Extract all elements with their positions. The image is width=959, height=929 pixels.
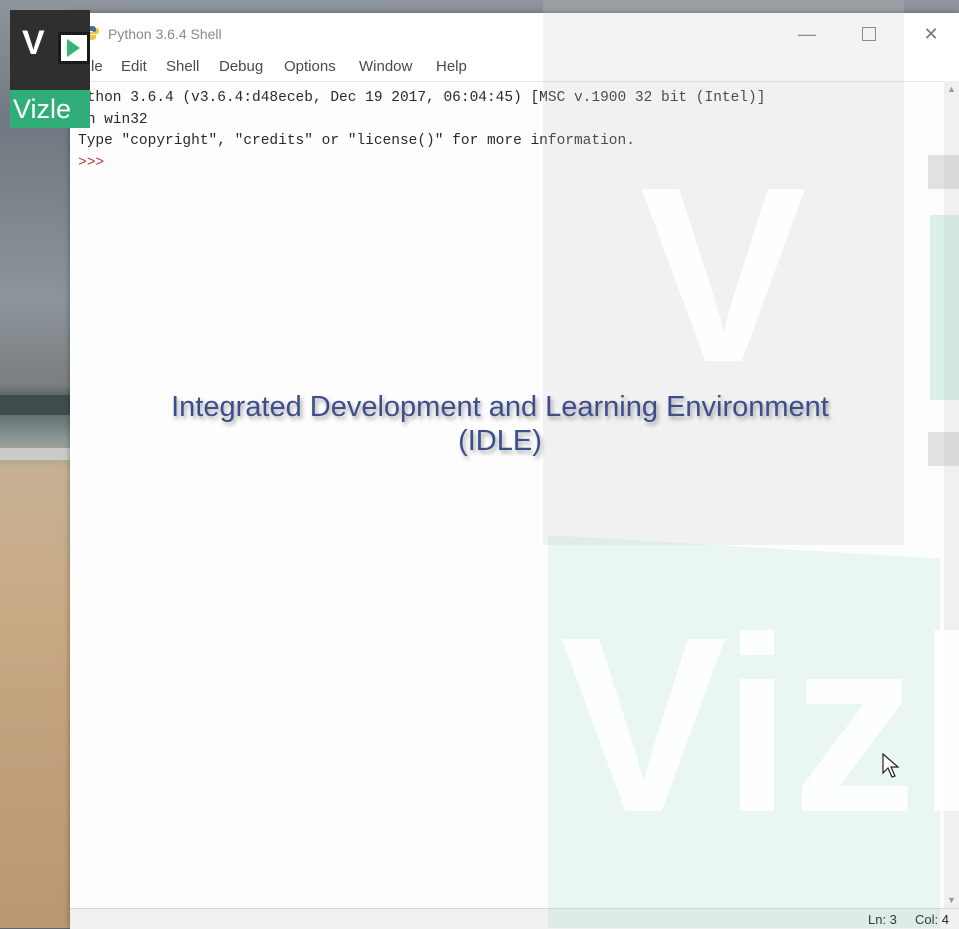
logo-letter: V <box>22 24 45 62</box>
window-title: Python 3.6.4 Shell <box>108 26 222 42</box>
wallpaper-sea <box>0 395 75 415</box>
caption-line-2: (IDLE) <box>458 425 542 457</box>
watermark-letter: V <box>640 135 807 414</box>
wallpaper-foam <box>0 448 75 460</box>
menu-shell[interactable]: Shell <box>166 58 199 75</box>
watermark-word: Vizl <box>560 585 959 864</box>
close-icon: ✕ <box>923 23 939 44</box>
mouse-cursor-icon <box>882 753 900 778</box>
watermark-bar-bottom <box>928 432 959 466</box>
menu-file[interactable]: le <box>91 58 103 75</box>
close-button[interactable]: ✕ <box>908 19 954 49</box>
menu-debug[interactable]: Debug <box>219 58 263 75</box>
menu-options[interactable]: Options <box>284 58 336 75</box>
play-icon <box>58 32 90 64</box>
scroll-up-icon[interactable]: ▲ <box>944 81 959 97</box>
caption-line-1: Integrated Development and Learning Envi… <box>171 391 829 423</box>
vizle-logo: V Vizle <box>10 10 90 128</box>
logo-word: Vizle <box>13 94 72 124</box>
scroll-down-icon[interactable]: ▼ <box>944 892 959 908</box>
menu-edit[interactable]: Edit <box>121 58 147 75</box>
watermark-bar-top <box>928 155 959 189</box>
menu-help[interactable]: Help <box>436 58 467 75</box>
video-caption: Integrated Development and Learning Envi… <box>100 390 900 458</box>
watermark-green-bar <box>930 215 959 400</box>
menu-window[interactable]: Window <box>359 58 412 75</box>
